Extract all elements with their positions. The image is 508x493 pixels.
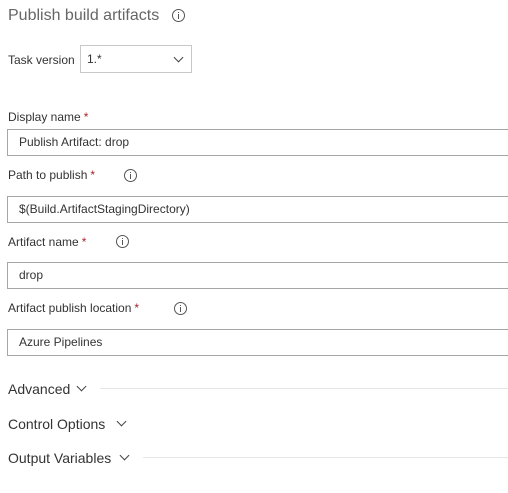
artifact-name-field[interactable]: drop — [7, 262, 508, 289]
task-version-value: 1.* — [87, 52, 102, 66]
panel-title: Publish build artifacts — [8, 7, 160, 24]
info-icon[interactable] — [116, 235, 129, 248]
task-version-select[interactable]: 1.* — [80, 45, 192, 73]
publish-location-field[interactable]: Azure Pipelines — [7, 329, 508, 356]
section-divider — [100, 388, 508, 389]
required-marker: * — [83, 110, 89, 124]
display-name-label: Display name * — [8, 110, 89, 124]
advanced-section-header[interactable]: Advanced — [8, 380, 70, 398]
section-divider — [143, 457, 508, 458]
chevron-down-icon[interactable] — [116, 416, 127, 427]
info-icon[interactable] — [124, 169, 137, 182]
info-icon[interactable] — [172, 9, 185, 22]
path-to-publish-label: Path to publish * — [8, 168, 96, 182]
chevron-down-icon — [173, 52, 184, 63]
required-marker: * — [134, 301, 140, 315]
path-to-publish-field[interactable]: $(Build.ArtifactStagingDirectory) — [7, 196, 508, 223]
required-marker: * — [90, 168, 96, 182]
artifact-name-label: Artifact name * — [8, 235, 87, 249]
chevron-down-icon[interactable] — [119, 450, 130, 461]
publish-location-label: Artifact publish location * — [8, 301, 140, 315]
output-variables-section-header[interactable]: Output Variables — [8, 449, 111, 467]
info-icon[interactable] — [174, 302, 187, 315]
control-options-section-header[interactable]: Control Options — [8, 415, 105, 433]
task-version-label: Task version — [8, 53, 75, 67]
display-name-field[interactable]: Publish Artifact: drop — [7, 129, 508, 156]
chevron-down-icon[interactable] — [76, 381, 87, 392]
required-marker: * — [81, 235, 87, 249]
